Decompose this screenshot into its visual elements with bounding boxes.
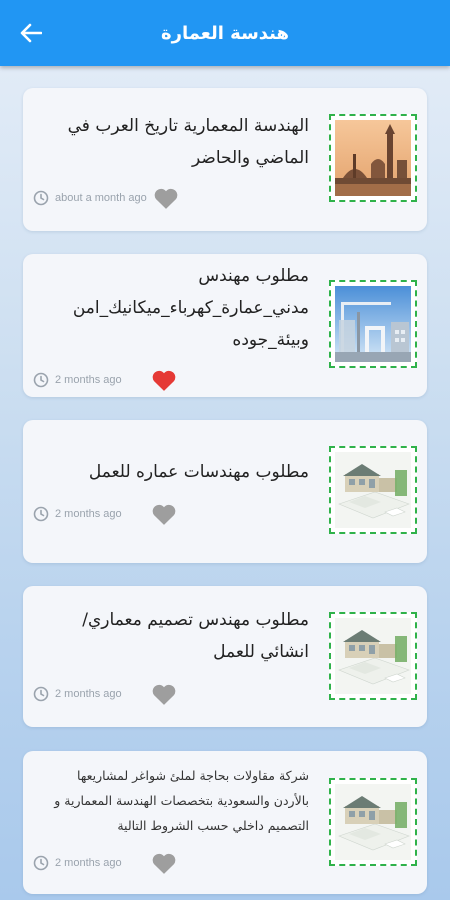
post-time: about a month ago [55, 192, 147, 204]
heart-icon[interactable] [151, 502, 177, 526]
post-title[interactable]: مطلوب مهندس تصميم معماري/انشائي للعمل [39, 604, 309, 668]
construction-crane-image [335, 286, 411, 362]
post-thumbnail[interactable] [329, 114, 417, 202]
post-time: 2 months ago [55, 374, 122, 386]
clock-icon [33, 372, 49, 388]
post-meta: 2 months ago [33, 368, 177, 392]
post-meta: 2 months ago [33, 682, 177, 706]
house-blueprint-image [335, 784, 411, 860]
post-list[interactable]: الهندسة المعمارية تاريخ العرب في الماضي … [0, 66, 450, 900]
heart-icon-liked[interactable] [151, 368, 177, 392]
post-card[interactable]: الهندسة المعمارية تاريخ العرب في الماضي … [23, 88, 427, 231]
heart-icon[interactable] [151, 851, 177, 875]
post-time: 2 months ago [55, 857, 122, 869]
clock-icon [33, 686, 49, 702]
clock-icon [33, 506, 49, 522]
heart-icon[interactable] [151, 682, 177, 706]
house-blueprint-image [335, 452, 411, 528]
post-thumbnail[interactable] [329, 280, 417, 368]
post-meta: 2 months ago [33, 851, 177, 875]
app-bar: هندسة العمارة [0, 0, 450, 66]
post-meta: about a month ago [33, 186, 179, 210]
post-card[interactable]: مطلوب مهندس تصميم معماري/انشائي للعمل 2 … [23, 586, 427, 727]
post-time: 2 months ago [55, 508, 122, 520]
city-skyline-image [335, 120, 411, 196]
post-thumbnail[interactable] [329, 446, 417, 534]
post-thumbnail[interactable] [329, 778, 417, 866]
post-title[interactable]: شركة مقاولات بحاجة لملئ شواغر لمشاريعها … [39, 763, 309, 838]
heart-icon[interactable] [153, 186, 179, 210]
house-blueprint-image [335, 618, 411, 694]
back-button[interactable] [14, 17, 48, 49]
post-card[interactable]: مطلوب مهندس مدني_عمارة_كهرباء_ميكانيك_ام… [23, 254, 427, 397]
post-meta: 2 months ago [33, 502, 177, 526]
post-time: 2 months ago [55, 688, 122, 700]
post-card[interactable]: شركة مقاولات بحاجة لملئ شواغر لمشاريعها … [23, 751, 427, 894]
post-thumbnail[interactable] [329, 612, 417, 700]
clock-icon [33, 190, 49, 206]
page-title: هندسة العمارة [160, 22, 289, 44]
arrow-left-icon [20, 23, 42, 43]
clock-icon [33, 855, 49, 871]
post-title[interactable]: مطلوب مهندسات عماره للعمل [39, 456, 309, 488]
post-title[interactable]: الهندسة المعمارية تاريخ العرب في الماضي … [39, 110, 309, 174]
post-title[interactable]: مطلوب مهندس مدني_عمارة_كهرباء_ميكانيك_ام… [39, 260, 309, 356]
post-card[interactable]: مطلوب مهندسات عماره للعمل 2 months ago [23, 420, 427, 563]
